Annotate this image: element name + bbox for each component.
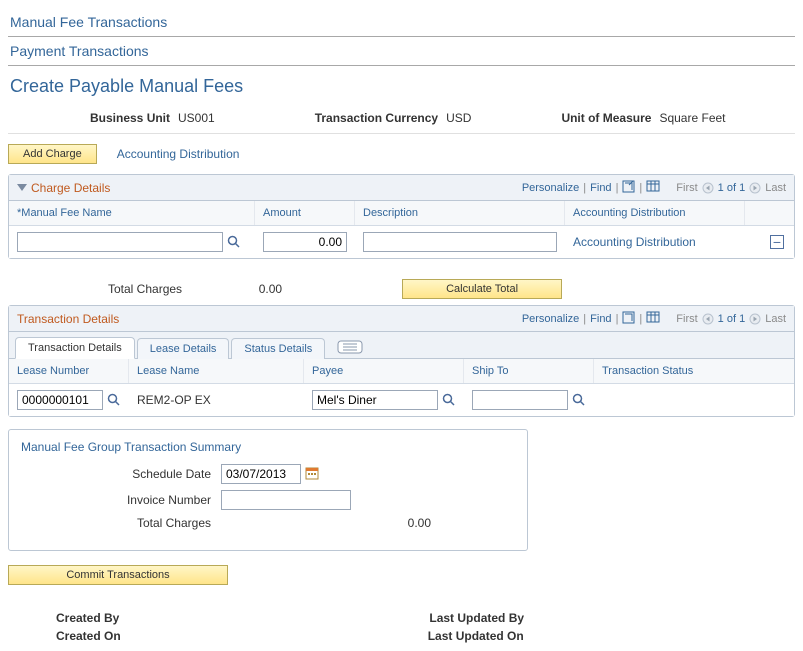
- lookup-icon[interactable]: [107, 393, 121, 407]
- total-charges-value: 0.00: [222, 282, 282, 296]
- total-charges-label-box: Total Charges: [21, 516, 221, 530]
- charge-details-grid: Charge Details Personalize | Find | | Fi…: [8, 174, 795, 259]
- description-input[interactable]: [363, 232, 557, 252]
- lookup-icon[interactable]: [572, 393, 586, 407]
- calendar-icon[interactable]: [305, 466, 319, 483]
- manual-fee-transactions-link[interactable]: Manual Fee Transactions: [10, 14, 793, 30]
- currency-value: USD: [446, 111, 471, 125]
- col-ship-to[interactable]: Ship To: [464, 359, 594, 383]
- pager-first: First: [676, 313, 697, 325]
- ship-to-input[interactable]: [472, 390, 568, 410]
- invoice-number-label: Invoice Number: [21, 493, 221, 507]
- lookup-icon[interactable]: [442, 393, 456, 407]
- uom-value: Square Feet: [659, 111, 725, 125]
- tab-lease-details[interactable]: Lease Details: [137, 338, 230, 359]
- add-charge-button[interactable]: Add Charge: [8, 144, 97, 164]
- transaction-row: REM2-OP EX: [9, 384, 794, 416]
- transaction-details-title: Transaction Details: [17, 312, 119, 326]
- total-charges-value-box: 0.00: [221, 516, 431, 530]
- pager-next-icon: [749, 182, 761, 194]
- invoice-number-input[interactable]: [221, 490, 351, 510]
- pager-prev-icon: [702, 313, 714, 325]
- schedule-date-label: Schedule Date: [21, 467, 221, 481]
- show-all-columns-icon[interactable]: [337, 340, 363, 354]
- pager-first: First: [676, 182, 697, 194]
- business-unit-value: US001: [178, 111, 215, 125]
- find-link[interactable]: Find: [590, 313, 611, 325]
- delete-row-icon[interactable]: −: [770, 235, 784, 249]
- col-description[interactable]: Description: [355, 201, 565, 225]
- created-on-label: Created On: [56, 629, 121, 643]
- pager-last: Last: [765, 182, 786, 194]
- pager-prev-icon: [702, 182, 714, 194]
- currency-label: Transaction Currency: [315, 111, 438, 125]
- lease-name-value: REM2-OP EX: [137, 393, 211, 407]
- pager-next-icon: [749, 313, 761, 325]
- pager-counter: 1 of 1: [718, 313, 746, 325]
- collapse-icon[interactable]: [17, 181, 27, 195]
- col-amount[interactable]: Amount: [255, 201, 355, 225]
- amount-input[interactable]: [263, 232, 347, 252]
- personalize-link[interactable]: Personalize: [522, 182, 579, 194]
- updated-by-label: Last Updated By: [429, 611, 524, 625]
- lookup-icon[interactable]: [227, 235, 241, 249]
- summary-box-title: Manual Fee Group Transaction Summary: [21, 440, 515, 454]
- charge-row: Accounting Distribution −: [9, 226, 794, 258]
- schedule-date-input[interactable]: [221, 464, 301, 484]
- col-transaction-status[interactable]: Transaction Status: [594, 359, 794, 383]
- page-title: Create Payable Manual Fees: [10, 76, 793, 97]
- manual-fee-name-input[interactable]: [17, 232, 223, 252]
- col-manual-fee-name[interactable]: *Manual Fee Name: [9, 201, 255, 225]
- col-accounting-distribution[interactable]: Accounting Distribution: [565, 201, 745, 225]
- header-summary: Business Unit US001 Transaction Currency…: [8, 111, 795, 133]
- accounting-distribution-row-link[interactable]: Accounting Distribution: [573, 235, 696, 249]
- tab-status-details[interactable]: Status Details: [231, 338, 325, 359]
- manual-fee-group-summary: Manual Fee Group Transaction Summary Sch…: [8, 429, 528, 551]
- calculate-total-button[interactable]: Calculate Total: [402, 279, 562, 299]
- divider: [8, 133, 795, 134]
- zoom-icon[interactable]: [622, 311, 635, 327]
- zoom-icon[interactable]: [622, 180, 635, 196]
- uom-label: Unit of Measure: [561, 111, 651, 125]
- tab-transaction-details[interactable]: Transaction Details: [15, 337, 135, 359]
- total-charges-label: Total Charges: [108, 282, 182, 296]
- divider: [8, 36, 795, 37]
- pager-counter: 1 of 1: [718, 182, 746, 194]
- updated-on-label: Last Updated On: [428, 629, 524, 643]
- created-by-label: Created By: [56, 611, 119, 625]
- col-payee[interactable]: Payee: [304, 359, 464, 383]
- payee-input[interactable]: [312, 390, 438, 410]
- download-icon[interactable]: [646, 180, 660, 195]
- col-lease-name[interactable]: Lease Name: [129, 359, 304, 383]
- business-unit-label: Business Unit: [90, 111, 170, 125]
- divider: [8, 65, 795, 66]
- commit-transactions-button[interactable]: Commit Transactions: [8, 565, 228, 585]
- accounting-distribution-link[interactable]: Accounting Distribution: [117, 147, 240, 161]
- lease-number-input[interactable]: [17, 390, 103, 410]
- pager-last: Last: [765, 313, 786, 325]
- charge-details-title: Charge Details: [31, 181, 110, 195]
- transaction-details-grid: Transaction Details Personalize | Find |…: [8, 305, 795, 417]
- download-icon[interactable]: [646, 311, 660, 326]
- payment-transactions-link[interactable]: Payment Transactions: [10, 43, 793, 59]
- find-link[interactable]: Find: [590, 182, 611, 194]
- col-lease-number[interactable]: Lease Number: [9, 359, 129, 383]
- personalize-link[interactable]: Personalize: [522, 313, 579, 325]
